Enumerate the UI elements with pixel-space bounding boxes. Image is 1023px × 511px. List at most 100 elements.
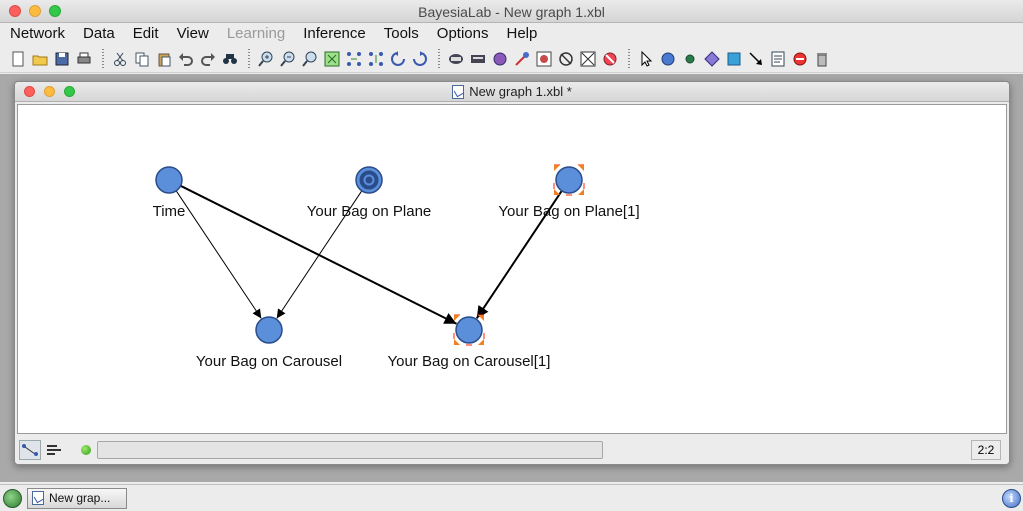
cut-button[interactable]: [110, 49, 130, 69]
arc-button[interactable]: [512, 49, 532, 69]
node-label-time: Time: [152, 203, 186, 220]
save-icon: [55, 52, 69, 66]
arc-icon: [515, 52, 529, 66]
forbidden-button[interactable]: [600, 49, 620, 69]
app-titlebar: BayesiaLab - New graph 1.xbl: [0, 0, 1023, 23]
layout-icon: [369, 52, 383, 66]
menu-help[interactable]: Help: [500, 24, 543, 44]
find-button[interactable]: [220, 49, 240, 69]
cut-icon: [114, 52, 126, 66]
rotate-right-icon: [413, 51, 427, 66]
selection-handle[interactable]: [454, 339, 460, 345]
target-node-button[interactable]: [490, 49, 510, 69]
fit-window-button[interactable]: [322, 49, 342, 69]
copy-button[interactable]: [132, 49, 152, 69]
node-plane[interactable]: [355, 166, 383, 194]
selection-arrow-icon: [641, 51, 653, 67]
distribute-button[interactable]: [344, 49, 364, 69]
target-node-icon: [493, 52, 507, 66]
utility-node-icon: [727, 52, 741, 66]
graph-window-statusbar: 2:2: [15, 436, 1009, 464]
rotate-right-button[interactable]: [410, 49, 430, 69]
node-plane1[interactable]: [553, 164, 585, 196]
selection-handle[interactable]: [578, 189, 584, 195]
trash-icon: [817, 53, 827, 67]
node-circle[interactable]: [255, 316, 283, 344]
node-creation-icon: [661, 52, 675, 66]
hide-node-button[interactable]: [556, 49, 576, 69]
zoom-reset-button[interactable]: [300, 49, 320, 69]
target-ring: [365, 176, 373, 184]
node-display-button[interactable]: [534, 49, 554, 69]
selection-arrow-button[interactable]: [636, 49, 656, 69]
menu-data[interactable]: Data: [77, 24, 121, 44]
layout-button[interactable]: [366, 49, 386, 69]
selection-handle[interactable]: [478, 315, 484, 321]
selection-handle[interactable]: [478, 339, 484, 345]
node-time[interactable]: [155, 166, 183, 194]
toolbar-separator: [100, 49, 106, 69]
paste-button[interactable]: [154, 49, 174, 69]
selection-handle[interactable]: [454, 315, 460, 321]
selection-handle[interactable]: [554, 165, 560, 171]
decision-node-button[interactable]: [702, 49, 722, 69]
node-circle[interactable]: [155, 166, 183, 194]
utility-node-button[interactable]: [724, 49, 744, 69]
new-file-button[interactable]: [8, 49, 28, 69]
toolbar-separator: [626, 49, 632, 69]
menu-learning: Learning: [226, 25, 286, 42]
hide-arc-button[interactable]: [578, 49, 598, 69]
menu-tools[interactable]: Tools: [378, 24, 425, 44]
rotate-left-button[interactable]: [388, 49, 408, 69]
hide-node-icon: [559, 52, 573, 66]
selection-handle[interactable]: [578, 165, 584, 171]
menu-view[interactable]: View: [171, 24, 215, 44]
node-creation-button[interactable]: [658, 49, 678, 69]
node-small-button[interactable]: [680, 49, 700, 69]
status-indicator-icon: [81, 445, 91, 455]
graph-window-title: New graph 1.xbl *: [469, 84, 572, 99]
list-mode-icon: [47, 445, 61, 455]
trash-button[interactable]: [812, 49, 832, 69]
document-icon: [452, 84, 465, 99]
graph-canvas[interactable]: Time Your Bag on Plane Your Bag on Plane[1…: [17, 104, 1007, 434]
node-label-carousel: Your Bag on Carousel: [195, 353, 343, 370]
menu-options[interactable]: Options: [431, 24, 495, 44]
undo-button[interactable]: [176, 49, 196, 69]
arc-creation-button[interactable]: [746, 49, 766, 69]
task-button-new-graph[interactable]: New grap...: [27, 487, 127, 509]
node-carousel1[interactable]: [453, 314, 485, 346]
paste-icon: [158, 53, 171, 67]
arc-time-to-carousel[interactable]: [175, 190, 262, 319]
node-monitor-button[interactable]: [446, 49, 466, 69]
zoom-in-icon: [258, 51, 273, 67]
redo-button[interactable]: [198, 49, 218, 69]
node-circle[interactable]: [555, 166, 583, 194]
node-editor-button[interactable]: [468, 49, 488, 69]
node-carousel[interactable]: [255, 316, 283, 344]
network-mode-button[interactable]: [19, 440, 41, 460]
node-circle[interactable]: [455, 316, 483, 344]
node-label-carousel1: Your Bag on Carousel[1]: [387, 353, 551, 370]
delete-button[interactable]: [790, 49, 810, 69]
list-mode-button[interactable]: [43, 440, 65, 460]
node-display-icon: [536, 51, 552, 67]
open-folder-icon: [32, 55, 48, 66]
save-button[interactable]: [52, 49, 72, 69]
print-button[interactable]: [74, 49, 94, 69]
info-icon[interactable]: i: [1002, 489, 1021, 508]
zoom-in-button[interactable]: [256, 49, 276, 69]
note-button[interactable]: [768, 49, 788, 69]
menu-inference[interactable]: Inference: [297, 24, 372, 44]
zoom-out-button[interactable]: [278, 49, 298, 69]
forbidden-icon: [603, 52, 617, 66]
toolbar-separator: [246, 49, 252, 69]
fit-window-icon: [324, 51, 340, 67]
selection-handle[interactable]: [554, 189, 560, 195]
open-folder-button[interactable]: [30, 49, 50, 69]
copy-icon: [135, 52, 149, 67]
menu-edit[interactable]: Edit: [127, 24, 165, 44]
globe-icon[interactable]: [3, 488, 22, 508]
zoom-out-icon: [280, 51, 295, 67]
menu-network[interactable]: Network: [4, 24, 71, 44]
